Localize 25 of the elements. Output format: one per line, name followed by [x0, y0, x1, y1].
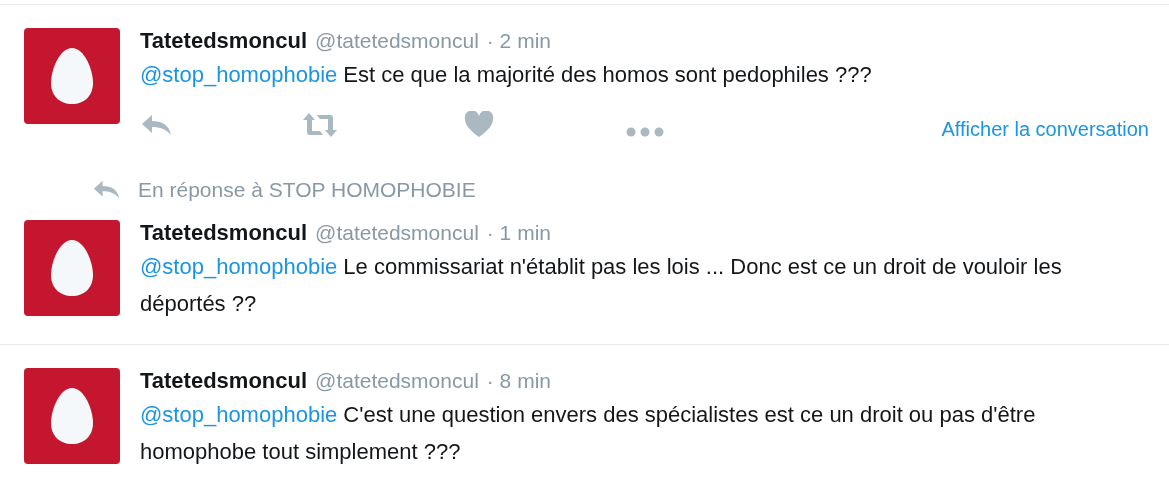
timestamp[interactable]: · 8 min: [486, 367, 551, 394]
tweet-text: @stop_homophobie Le commissariat n'établit pas les lois ... Donc est ce un droit de vouloir les déportés ??: [140, 252, 1063, 318]
author-name[interactable]: Tatetedsmoncul: [140, 28, 308, 54]
conversation-link[interactable]: Afficher la conversation: [941, 114, 1149, 144]
heart-icon[interactable]: [464, 111, 494, 138]
timestamp[interactable]: · 2 min: [486, 28, 551, 54]
tweet-text: @stop_homophobie Est ce que la majorité des homos sont pedophiles ???: [140, 61, 873, 89]
author-handle[interactable]: @tatetedsmoncul: [315, 28, 479, 54]
avatar[interactable]: [24, 28, 120, 124]
author-handle[interactable]: @tatetedsmoncul: [315, 367, 479, 394]
more-icon[interactable]: [626, 126, 664, 137]
reply-context-text: En réponse à STOP HOMOPHOBIE: [138, 177, 476, 203]
tweet-text: @stop_homophobie C'est une question envers des spécialistes est ce un droit ou pas d'être homophobe tout simplement ???: [140, 400, 1037, 466]
mention-link[interactable]: @stop_homophobie: [140, 401, 338, 427]
author-name[interactable]: Tatetedsmoncul: [140, 219, 308, 246]
mention-link[interactable]: @stop_homophobie: [140, 62, 338, 87]
author-name[interactable]: Tatetedsmoncul: [140, 367, 308, 394]
timestamp[interactable]: · 1 min: [486, 219, 551, 246]
retweet-icon[interactable]: [302, 111, 338, 138]
reply-icon: [92, 179, 122, 201]
avatar[interactable]: [24, 367, 120, 464]
avatar[interactable]: [24, 219, 120, 316]
author-handle[interactable]: @tatetedsmoncul: [315, 219, 479, 246]
reply-icon[interactable]: [140, 112, 174, 137]
mention-link[interactable]: @stop_homophobie: [140, 253, 338, 279]
